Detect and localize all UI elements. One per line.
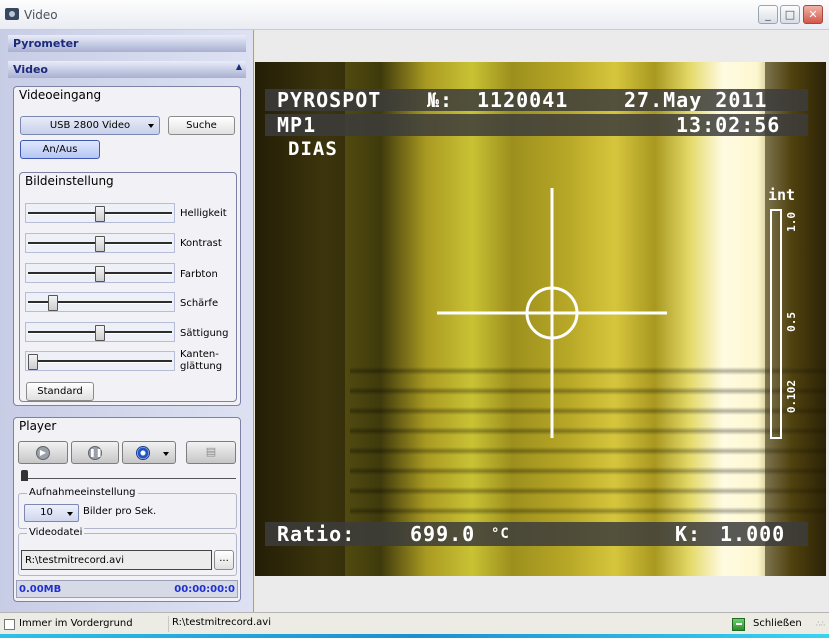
video-section-title: Video — [13, 63, 48, 76]
file-size-value: 0.00MB — [19, 584, 62, 595]
helligkeit-label: Helligkeit — [180, 208, 227, 219]
video-top-margin — [255, 30, 829, 62]
seek-track[interactable] — [22, 478, 236, 479]
fps-unit-label: Bilder pro Sek. — [83, 506, 157, 517]
record-time-value: 00:00:00:0 — [174, 584, 235, 595]
standard-button[interactable]: Standard — [26, 382, 94, 401]
aufnahmeeinstellung-title: Aufnahmeeinstellung — [27, 487, 138, 498]
saettigung-slider[interactable] — [25, 322, 175, 342]
saettigung-label: Sättigung — [180, 328, 229, 339]
kantenglaettung-slider[interactable] — [25, 351, 175, 371]
minimize-button[interactable]: _ — [758, 5, 778, 24]
snapshot-icon: ▤ — [205, 445, 217, 458]
schliessen-label: Schließen — [753, 618, 802, 629]
farbton-slider[interactable] — [25, 263, 175, 283]
kontrast-label: Kontrast — [180, 238, 222, 249]
close-window-button[interactable]: ✕ — [803, 5, 823, 24]
kantenglaettung-label: Kanten- glättung — [180, 349, 223, 372]
osd-k-label: K: — [675, 522, 702, 546]
slider-thumb[interactable] — [48, 295, 59, 311]
videoeingang-title: Videoeingang — [19, 88, 102, 102]
osd-ratio-unit: °C — [491, 526, 510, 542]
videodatei-group: Videodatei ... — [18, 527, 237, 576]
always-on-top-checkbox[interactable] — [4, 619, 15, 630]
bildeinstellung-title: Bildeinstellung — [25, 174, 114, 188]
osd-date: 27.May 2011 — [624, 88, 768, 112]
slider-thumb[interactable] — [95, 266, 105, 282]
video-view[interactable]: PYROSPOT №: 1120041 27.May 2011 MP1 13:0… — [255, 62, 826, 576]
slider-thumb[interactable] — [28, 354, 38, 370]
schaerfe-slider[interactable] — [25, 292, 175, 312]
farbton-label: Farbton — [180, 269, 218, 280]
chevron-down-icon[interactable] — [163, 452, 169, 456]
exit-icon — [732, 618, 745, 631]
recording-status-bar: 0.00MB 00:00:00:0 — [16, 580, 238, 598]
helligkeit-slider[interactable] — [25, 203, 175, 223]
slider-thumb[interactable] — [95, 236, 105, 252]
osd-mode: MP1 — [277, 113, 317, 137]
window-title: Video — [24, 8, 58, 22]
pyrometer-section-header[interactable]: Pyrometer — [8, 35, 246, 52]
suche-button[interactable]: Suche — [168, 116, 235, 135]
slider-thumb[interactable] — [95, 206, 105, 222]
an-aus-button[interactable]: An/Aus — [20, 140, 100, 159]
resize-grip-icon[interactable]: ∴∴ — [816, 621, 826, 632]
osd-scale-mid: 0.5 — [785, 312, 798, 332]
osd-serial-label: №: — [427, 88, 454, 112]
videoeingang-group: Videoeingang USB 2800 Video Suche An/Aus… — [13, 86, 241, 406]
collapse-chevron-up-icon[interactable]: ▲ — [236, 62, 242, 71]
control-panel: Pyrometer Video ▲ Videoeingang USB 2800 … — [0, 30, 254, 612]
schliessen-button[interactable]: Schließen — [729, 615, 821, 635]
osd-time: 13:02:56 — [676, 113, 781, 137]
osd-ratio-label: Ratio: — [277, 522, 356, 546]
schaerfe-label: Schärfe — [180, 298, 219, 309]
osd-serial: 1120041 — [477, 88, 569, 112]
camera-app-icon — [5, 8, 19, 20]
pause-button[interactable]: ❚❚ — [71, 441, 119, 464]
seek-thumb[interactable] — [21, 470, 28, 481]
snapshot-button[interactable]: ▤ — [186, 441, 236, 464]
osd-int-label: int — [768, 186, 796, 204]
play-icon: ▶ — [36, 445, 50, 460]
bildeinstellung-group: Bildeinstellung Helligkeit Kontrast Farb… — [19, 172, 237, 402]
video-source-select[interactable]: USB 2800 Video — [20, 116, 160, 135]
osd-brand: PYROSPOT — [277, 88, 382, 112]
videodatei-title: Videodatei — [27, 527, 85, 538]
osd-scale-top: 1.0 — [785, 212, 798, 232]
camera-image — [255, 62, 826, 576]
title-bar: Video _ □ ✕ — [0, 0, 829, 30]
osd-k-value: 1.000 — [720, 522, 786, 546]
osd-dias: DIAS — [288, 138, 338, 160]
browse-button[interactable]: ... — [214, 550, 234, 570]
always-on-top-label[interactable]: Immer im Vordergrund — [19, 618, 133, 629]
maximize-button[interactable]: □ — [780, 5, 800, 24]
video-section-header[interactable]: Video ▲ — [8, 61, 246, 78]
player-title: Player — [19, 419, 57, 433]
slider-thumb[interactable] — [95, 325, 105, 341]
video-bottom-margin — [255, 576, 829, 612]
record-button[interactable] — [122, 441, 176, 464]
current-file-path: R:\testmitrecord.avi — [168, 616, 726, 632]
pause-icon: ❚❚ — [88, 445, 102, 460]
aufnahmeeinstellung-group: Aufnahmeeinstellung 10 Bilder pro Sek. — [18, 487, 237, 529]
osd-scale-bottom: 0.102 — [785, 380, 798, 414]
video-file-input[interactable] — [21, 550, 212, 570]
fps-select[interactable]: 10 — [24, 504, 79, 522]
kontrast-slider[interactable] — [25, 233, 175, 253]
taskbar-edge — [0, 634, 829, 638]
record-icon — [136, 445, 150, 460]
play-button[interactable]: ▶ — [18, 441, 68, 464]
osd-ratio-value: 699.0 — [410, 522, 476, 546]
player-group: Player ▶ ❚❚ ▤ Aufnahmeeinstellung 10 Bil… — [13, 417, 241, 602]
